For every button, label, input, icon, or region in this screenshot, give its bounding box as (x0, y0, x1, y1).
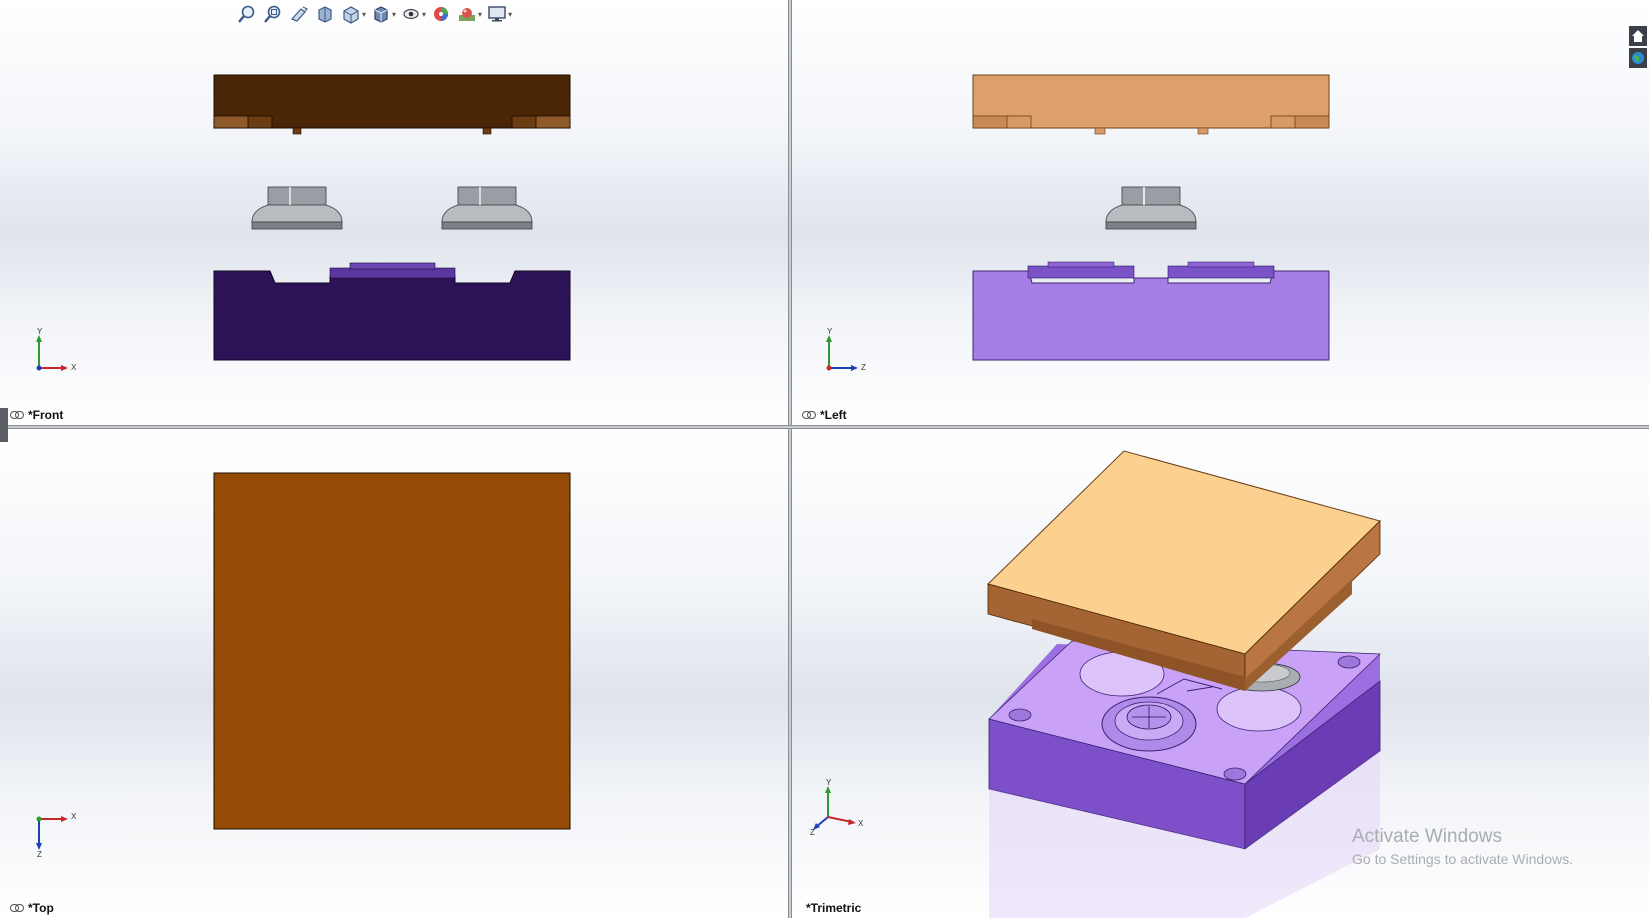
watermark-line-2: Go to Settings to activate Windows. (1352, 851, 1573, 867)
axis-triad-trimetric: Y X Z (810, 779, 864, 835)
axis-label: Y (826, 779, 832, 787)
viewport-splitter-vertical[interactable] (788, 0, 792, 918)
front-view-model[interactable] (0, 0, 788, 425)
axis-label: Y (37, 327, 43, 336)
link-views-icon[interactable] (802, 411, 816, 419)
viewport-name: *Top (28, 901, 54, 915)
viewport-front[interactable]: ▾ ▾ ▾ ▾ ▾ Y X *Front (0, 0, 788, 425)
core-plate-left (972, 270, 1330, 361)
viewport-name: *Front (28, 408, 64, 422)
viewport-label-top[interactable]: *Top (10, 901, 54, 915)
molded-part-center (1105, 186, 1197, 230)
viewport-top[interactable]: X Z *Top (0, 429, 788, 918)
top-view-model[interactable] (0, 429, 788, 918)
viewport-name: *Left (820, 408, 847, 422)
viewport-splitter-horizontal[interactable] (0, 425, 1649, 429)
viewport-label-trimetric[interactable]: *Trimetric (806, 901, 861, 915)
link-views-icon[interactable] (10, 411, 24, 419)
core-plate-front (213, 270, 571, 361)
link-views-icon[interactable] (10, 904, 24, 912)
axis-label: Z (810, 828, 815, 835)
right-panel-icons (1629, 26, 1649, 70)
axis-label: Z (37, 850, 42, 859)
axis-label: X (71, 363, 77, 372)
core-plate-trimetric (988, 640, 1381, 918)
viewport-name: *Trimetric (806, 901, 862, 915)
axis-triad-left: Y Z (826, 327, 866, 372)
molded-part-right (441, 186, 533, 230)
axis-triad-top: X Z (36, 812, 77, 859)
axis-label: X (858, 819, 864, 828)
home-view-icon[interactable] (1629, 26, 1647, 46)
cavity-plate-top (213, 472, 571, 830)
appearance-globe-icon[interactable] (1629, 48, 1647, 68)
axis-label: X (71, 812, 77, 821)
viewport-label-front[interactable]: *Front (10, 408, 63, 422)
viewport-label-left[interactable]: *Left (802, 408, 847, 422)
splitter-handle[interactable] (0, 408, 8, 442)
viewport-left[interactable]: Y Z *Left (792, 0, 1649, 425)
left-view-model[interactable] (792, 0, 1649, 425)
watermark-line-1: Activate Windows (1352, 826, 1502, 847)
axis-triad-front: Y X (36, 327, 77, 372)
molded-part-left (251, 186, 343, 230)
axis-label: Z (861, 363, 866, 372)
activate-windows-watermark: Activate Windows Go to Settings to activ… (1352, 826, 1573, 867)
axis-label: Y (827, 327, 833, 336)
